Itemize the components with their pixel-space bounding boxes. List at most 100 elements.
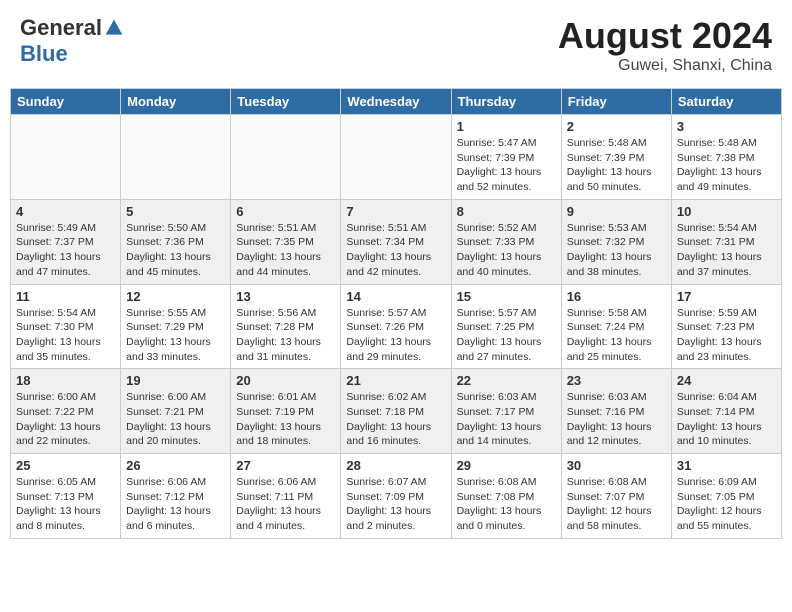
day-number: 18 (16, 373, 115, 388)
day-info: Sunrise: 6:00 AM Sunset: 7:22 PM Dayligh… (16, 390, 115, 449)
day-number: 20 (236, 373, 335, 388)
day-info: Sunrise: 6:03 AM Sunset: 7:16 PM Dayligh… (567, 390, 666, 449)
calendar-day-cell: 5 Sunrise: 5:50 AM Sunset: 7:36 PM Daylig… (121, 199, 231, 284)
calendar-day-cell: 10Sunrise: 5:54 AM Sunset: 7:31 PM Dayli… (671, 199, 781, 284)
logo-icon (104, 18, 124, 38)
day-info: Sunrise: 5:57 AM Sunset: 7:26 PM Dayligh… (346, 306, 445, 365)
day-info: Sunrise: 5:54 AM Sunset: 7:31 PM Dayligh… (677, 221, 776, 280)
day-number: 6 (236, 204, 335, 219)
calendar-week-row: 11 Sunrise: 5:54 AM Sunset: 7:30 PM Dayli… (11, 284, 782, 369)
calendar-day-cell: 8 Sunrise: 5:52 AM Sunset: 7:33 PM Daylig… (451, 199, 561, 284)
day-info: Sunrise: 5:48 AM Sunset: 7:39 PM Dayligh… (567, 136, 666, 195)
day-number: 11 (16, 289, 115, 304)
day-info: Sunrise: 5:58 AM Sunset: 7:24 PM Dayligh… (567, 306, 666, 365)
page-header: General Blue August 2024 Guwei, Shanxi, … (10, 10, 782, 80)
calendar-day-cell: 4Sunrise: 5:49 AM Sunset: 7:37 PM Daylig… (11, 199, 121, 284)
calendar-week-row: 1 Sunrise: 5:47 AM Sunset: 7:39 PM Daylig… (11, 115, 782, 200)
day-of-week-header: Friday (561, 89, 671, 115)
day-of-week-header: Tuesday (231, 89, 341, 115)
calendar-body: 1 Sunrise: 5:47 AM Sunset: 7:39 PM Daylig… (11, 115, 782, 539)
day-info: Sunrise: 5:49 AM Sunset: 7:37 PM Dayligh… (16, 221, 115, 280)
calendar-week-row: 25Sunrise: 6:05 AM Sunset: 7:13 PM Dayli… (11, 454, 782, 539)
calendar-day-cell: 9 Sunrise: 5:53 AM Sunset: 7:32 PM Daylig… (561, 199, 671, 284)
day-number: 12 (126, 289, 225, 304)
day-number: 5 (126, 204, 225, 219)
day-number: 28 (346, 458, 445, 473)
day-info: Sunrise: 6:08 AM Sunset: 7:08 PM Dayligh… (457, 475, 556, 534)
day-info: Sunrise: 5:47 AM Sunset: 7:39 PM Dayligh… (457, 136, 556, 195)
day-number: 23 (567, 373, 666, 388)
day-info: Sunrise: 5:56 AM Sunset: 7:28 PM Dayligh… (236, 306, 335, 365)
day-info: Sunrise: 6:06 AM Sunset: 7:11 PM Dayligh… (236, 475, 335, 534)
day-number: 17 (677, 289, 776, 304)
days-of-week-row: SundayMondayTuesdayWednesdayThursdayFrid… (11, 89, 782, 115)
calendar-week-row: 18 Sunrise: 6:00 AM Sunset: 7:22 PM Dayli… (11, 369, 782, 454)
calendar-day-cell: 18 Sunrise: 6:00 AM Sunset: 7:22 PM Dayli… (11, 369, 121, 454)
calendar-week-row: 4Sunrise: 5:49 AM Sunset: 7:37 PM Daylig… (11, 199, 782, 284)
title-block: August 2024 Guwei, Shanxi, China (558, 15, 772, 75)
day-of-week-header: Monday (121, 89, 231, 115)
day-number: 30 (567, 458, 666, 473)
day-of-week-header: Wednesday (341, 89, 451, 115)
calendar-day-cell: 17Sunrise: 5:59 AM Sunset: 7:23 PM Dayli… (671, 284, 781, 369)
calendar-day-cell: 23 Sunrise: 6:03 AM Sunset: 7:16 PM Dayli… (561, 369, 671, 454)
calendar-day-cell: 1 Sunrise: 5:47 AM Sunset: 7:39 PM Daylig… (451, 115, 561, 200)
calendar-day-cell: 6 Sunrise: 5:51 AM Sunset: 7:35 PM Daylig… (231, 199, 341, 284)
day-number: 2 (567, 119, 666, 134)
calendar-day-cell: 24 Sunrise: 6:04 AM Sunset: 7:14 PM Dayli… (671, 369, 781, 454)
day-number: 26 (126, 458, 225, 473)
day-number: 7 (346, 204, 445, 219)
day-info: Sunrise: 5:54 AM Sunset: 7:30 PM Dayligh… (16, 306, 115, 365)
calendar-day-cell: 22Sunrise: 6:03 AM Sunset: 7:17 PM Dayli… (451, 369, 561, 454)
logo: General Blue (20, 15, 124, 67)
day-of-week-header: Sunday (11, 89, 121, 115)
day-number: 19 (126, 373, 225, 388)
day-info: Sunrise: 5:51 AM Sunset: 7:35 PM Dayligh… (236, 221, 335, 280)
calendar-day-cell: 14Sunrise: 5:57 AM Sunset: 7:26 PM Dayli… (341, 284, 451, 369)
calendar-day-cell: 20 Sunrise: 6:01 AM Sunset: 7:19 PM Dayli… (231, 369, 341, 454)
day-info: Sunrise: 5:51 AM Sunset: 7:34 PM Dayligh… (346, 221, 445, 280)
calendar-day-cell (121, 115, 231, 200)
calendar-table: SundayMondayTuesdayWednesdayThursdayFrid… (10, 88, 782, 539)
calendar-day-cell: 31Sunrise: 6:09 AM Sunset: 7:05 PM Dayli… (671, 454, 781, 539)
calendar-day-cell: 27Sunrise: 6:06 AM Sunset: 7:11 PM Dayli… (231, 454, 341, 539)
day-number: 13 (236, 289, 335, 304)
calendar-day-cell (341, 115, 451, 200)
calendar-day-cell: 11 Sunrise: 5:54 AM Sunset: 7:30 PM Dayli… (11, 284, 121, 369)
calendar-day-cell: 21 Sunrise: 6:02 AM Sunset: 7:18 PM Dayli… (341, 369, 451, 454)
day-number: 3 (677, 119, 776, 134)
day-number: 21 (346, 373, 445, 388)
day-info: Sunrise: 6:06 AM Sunset: 7:12 PM Dayligh… (126, 475, 225, 534)
day-info: Sunrise: 6:05 AM Sunset: 7:13 PM Dayligh… (16, 475, 115, 534)
calendar-day-cell: 12 Sunrise: 5:55 AM Sunset: 7:29 PM Dayli… (121, 284, 231, 369)
day-info: Sunrise: 5:53 AM Sunset: 7:32 PM Dayligh… (567, 221, 666, 280)
day-info: Sunrise: 6:09 AM Sunset: 7:05 PM Dayligh… (677, 475, 776, 534)
calendar-day-cell: 25Sunrise: 6:05 AM Sunset: 7:13 PM Dayli… (11, 454, 121, 539)
day-info: Sunrise: 6:04 AM Sunset: 7:14 PM Dayligh… (677, 390, 776, 449)
calendar-day-cell: 30Sunrise: 6:08 AM Sunset: 7:07 PM Dayli… (561, 454, 671, 539)
day-info: Sunrise: 6:00 AM Sunset: 7:21 PM Dayligh… (126, 390, 225, 449)
day-info: Sunrise: 6:03 AM Sunset: 7:17 PM Dayligh… (457, 390, 556, 449)
logo-blue-text: Blue (20, 41, 68, 67)
month-title: August 2024 (558, 15, 772, 57)
day-info: Sunrise: 5:48 AM Sunset: 7:38 PM Dayligh… (677, 136, 776, 195)
calendar-day-cell (11, 115, 121, 200)
calendar-day-cell: 29Sunrise: 6:08 AM Sunset: 7:08 PM Dayli… (451, 454, 561, 539)
day-info: Sunrise: 5:55 AM Sunset: 7:29 PM Dayligh… (126, 306, 225, 365)
day-number: 8 (457, 204, 556, 219)
day-info: Sunrise: 6:01 AM Sunset: 7:19 PM Dayligh… (236, 390, 335, 449)
calendar-day-cell: 19 Sunrise: 6:00 AM Sunset: 7:21 PM Dayli… (121, 369, 231, 454)
day-of-week-header: Saturday (671, 89, 781, 115)
page-wrapper: General Blue August 2024 Guwei, Shanxi, … (10, 10, 782, 539)
calendar-day-cell: 13 Sunrise: 5:56 AM Sunset: 7:28 PM Dayli… (231, 284, 341, 369)
calendar-day-cell: 2 Sunrise: 5:48 AM Sunset: 7:39 PM Daylig… (561, 115, 671, 200)
day-info: Sunrise: 6:02 AM Sunset: 7:18 PM Dayligh… (346, 390, 445, 449)
day-number: 24 (677, 373, 776, 388)
day-info: Sunrise: 5:52 AM Sunset: 7:33 PM Dayligh… (457, 221, 556, 280)
day-number: 1 (457, 119, 556, 134)
day-info: Sunrise: 5:50 AM Sunset: 7:36 PM Dayligh… (126, 221, 225, 280)
calendar-day-cell: 7 Sunrise: 5:51 AM Sunset: 7:34 PM Daylig… (341, 199, 451, 284)
day-number: 9 (567, 204, 666, 219)
day-info: Sunrise: 6:07 AM Sunset: 7:09 PM Dayligh… (346, 475, 445, 534)
calendar-day-cell: 16Sunrise: 5:58 AM Sunset: 7:24 PM Dayli… (561, 284, 671, 369)
